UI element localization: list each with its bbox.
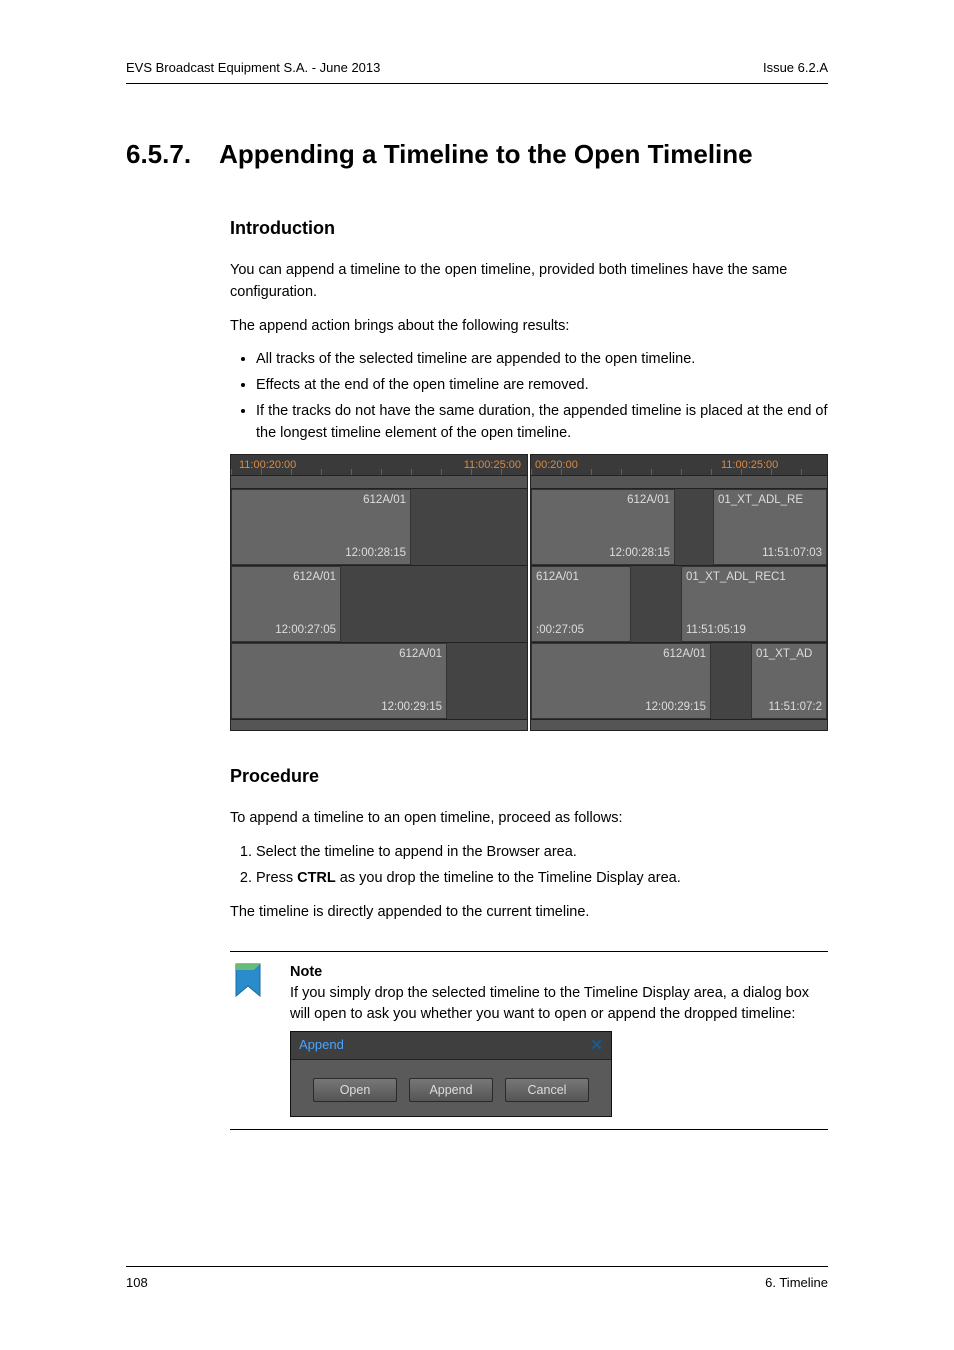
chapter-label: 6. Timeline [765,1275,828,1290]
page-header: EVS Broadcast Equipment S.A. - June 2013… [126,60,828,84]
track-row-left-1: 612A/01 12:00:28:15 [231,489,527,566]
clip-timecode: 12:00:27:05 [275,622,336,639]
clip-name: 612A/01 [363,492,406,509]
clip-name: 01_XT_ADL_REC1 [686,569,786,586]
close-icon[interactable]: ✕ [590,1038,603,1053]
ctrl-key: CTRL [297,870,336,886]
ruler-marks-icon [531,469,827,475]
step2-text-a: Press [256,870,297,886]
ruler-marks-icon [231,469,527,475]
clip: 612A/01 12:00:27:05 [231,566,341,642]
track-spacer [231,720,527,730]
track-row-right-2: 612A/01 :00:27:05 01_XT_ADL_REC1 11:51:0… [531,566,827,643]
note-text: If you simply drop the selected timeline… [290,985,809,1022]
ruler-right: 00:20:00 11:00:25:00 [531,455,827,476]
clip-timecode: 12:00:29:15 [381,699,442,716]
procedure-heading: Procedure [230,763,828,790]
intro-bullet-3: If the tracks do not have the same durat… [256,401,828,445]
clip-name: 612A/01 [536,569,579,586]
intro-paragraph-1: You can append a timeline to the open ti… [230,260,828,304]
procedure-lead: To append a timeline to an open timeline… [230,808,828,830]
cancel-button[interactable]: Cancel [505,1078,589,1102]
clip-timecode: 11:51:05:19 [686,622,746,639]
page-footer: 108 6. Timeline [126,1266,828,1290]
note-body: Note If you simply drop the selected tim… [290,962,828,1117]
clip: 612A/01 12:00:29:15 [531,643,711,719]
clip-timecode: 11:51:07:2 [768,699,822,716]
clip-name: 612A/01 [627,492,670,509]
dialog-body: Open Append Cancel [291,1060,611,1116]
track-spacer [531,720,827,730]
content: Introduction You can append a timeline t… [230,215,828,1130]
intro-bullet-2: Effects at the end of the open timeline … [256,375,828,397]
dialog-titlebar: Append ✕ [291,1032,611,1060]
clip-name: 612A/01 [293,569,336,586]
clip-timecode: :00:27:05 [536,622,584,639]
clip: 01_XT_ADL_RE 11:51:07:03 [713,489,827,565]
track-row-left-2: 612A/01 12:00:27:05 [231,566,527,643]
clip-timecode: 12:00:28:15 [345,545,406,562]
clip: 612A/01 :00:27:05 [531,566,631,642]
section-heading: 6.5.7. Appending a Timeline to the Open … [126,139,828,170]
clip: 01_XT_ADL_REC1 11:51:05:19 [681,566,827,642]
track-row-right-1: 612A/01 12:00:28:15 01_XT_ADL_RE 11:51:0… [531,489,827,566]
intro-paragraph-2: The append action brings about the follo… [230,316,828,338]
step2-text-b: as you drop the timeline to the Timeline… [336,870,681,886]
procedure-step-2: Press CTRL as you drop the timeline to t… [256,868,828,890]
section-number: 6.5.7. [126,139,191,170]
page: EVS Broadcast Equipment S.A. - June 2013… [0,0,954,1350]
open-button[interactable]: Open [313,1078,397,1102]
clip: 612A/01 12:00:28:15 [231,489,411,565]
append-dialog: Append ✕ Open Append Cancel [290,1031,612,1117]
dialog-title: Append [299,1036,344,1055]
timeline-figure: 11:00:20:00 11:00:25:00 612A/01 12:00:28… [230,454,828,731]
clip-timecode: 12:00:29:15 [645,699,706,716]
timeline-left-panel: 11:00:20:00 11:00:25:00 612A/01 12:00:28… [230,454,528,731]
introduction-heading: Introduction [230,215,828,242]
ruler-left: 11:00:20:00 11:00:25:00 [231,455,527,476]
clip-name: 612A/01 [399,646,442,663]
track-spacer [231,476,527,489]
procedure-steps: Select the timeline to append in the Bro… [230,842,828,890]
intro-bullet-1: All tracks of the selected timeline are … [256,349,828,371]
section-title: Appending a Timeline to the Open Timelin… [219,139,753,170]
track-spacer [531,476,827,489]
track-row-left-3: 612A/01 12:00:29:15 [231,643,527,720]
clip-name: 01_XT_ADL_RE [718,492,803,509]
track-row-right-3: 612A/01 12:00:29:15 01_XT_AD 11:51:07:2 [531,643,827,720]
clip: 612A/01 12:00:28:15 [531,489,675,565]
note-box: Note If you simply drop the selected tim… [230,951,828,1130]
clip-timecode: 11:51:07:03 [762,545,822,562]
clip: 612A/01 12:00:29:15 [231,643,447,719]
timeline-right-panel: 00:20:00 11:00:25:00 612A/01 12:00:28:15… [530,454,828,731]
append-button[interactable]: Append [409,1078,493,1102]
note-label: Note [290,964,322,980]
procedure-after: The timeline is directly appended to the… [230,902,828,924]
clip-timecode: 12:00:28:15 [609,545,670,562]
header-right: Issue 6.2.A [763,60,828,75]
clip: 01_XT_AD 11:51:07:2 [751,643,827,719]
clip-name: 01_XT_AD [756,646,812,663]
page-number: 108 [126,1275,148,1290]
header-left: EVS Broadcast Equipment S.A. - June 2013 [126,60,380,75]
clip-name: 612A/01 [663,646,706,663]
bookmark-icon [230,962,274,1002]
intro-bullets: All tracks of the selected timeline are … [230,349,828,444]
procedure-step-1: Select the timeline to append in the Bro… [256,842,828,864]
